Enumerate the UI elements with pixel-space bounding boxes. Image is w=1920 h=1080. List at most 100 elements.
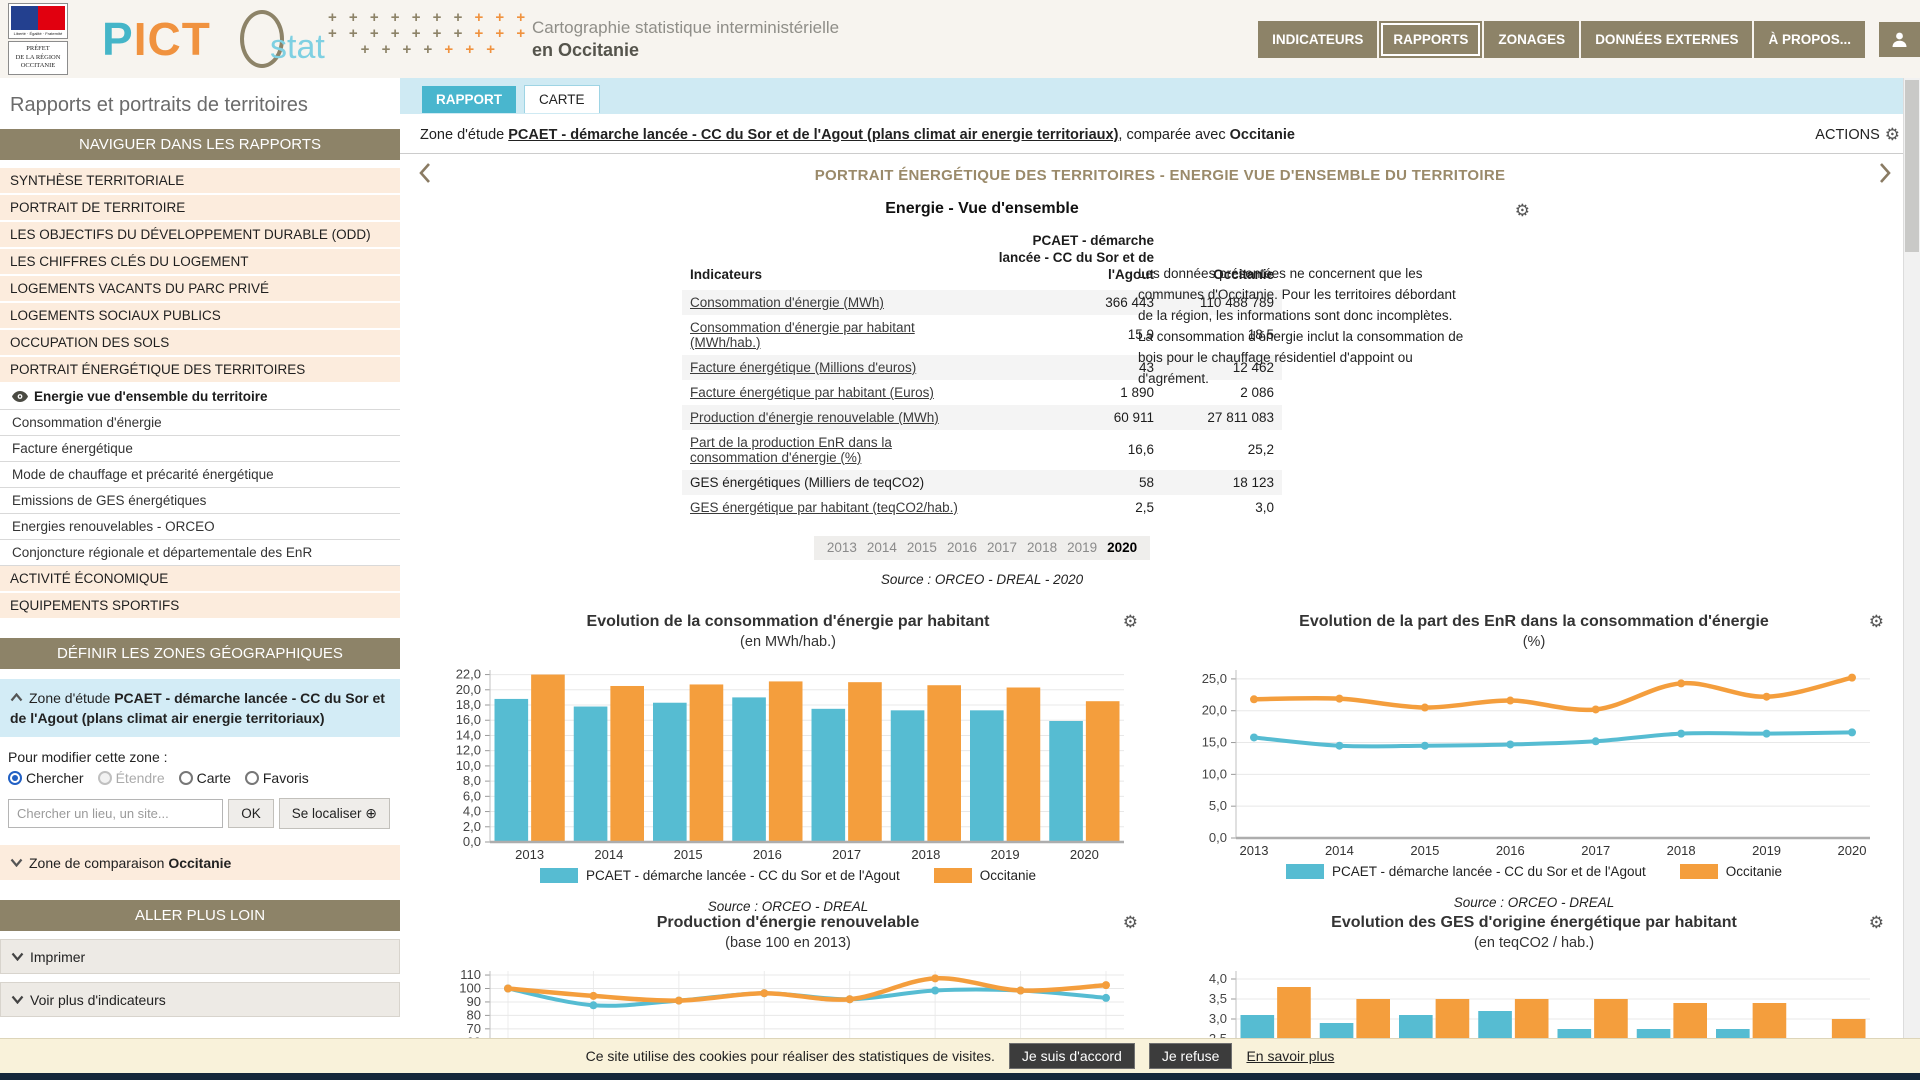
search-ok-button[interactable]: OK (228, 799, 274, 828)
point-2018-s0[interactable] (931, 986, 939, 994)
cookie-refuse-button[interactable]: Je refuse (1149, 1043, 1233, 1069)
next-page-arrow[interactable] (1879, 162, 1892, 188)
radio-carte[interactable]: Carte (179, 770, 231, 786)
point-2020-s0[interactable] (1848, 728, 1856, 736)
point-2018-s1[interactable] (931, 974, 939, 982)
point-2017-s1[interactable] (846, 995, 854, 1003)
search-input[interactable] (8, 799, 223, 828)
actions-button[interactable]: ACTIONS ⚙ (1815, 126, 1900, 143)
zone-etude-box[interactable]: Zone d'étude PCAET - démarche lancée - C… (0, 679, 400, 737)
point-2014-s0[interactable] (1335, 741, 1343, 749)
nav-item-propos[interactable]: À PROPOS... (1754, 21, 1865, 58)
indicator-link[interactable]: Facture énergétique par habitant (Euros) (690, 385, 934, 400)
cookie-accept-button[interactable]: Je suis d'accord (1009, 1043, 1135, 1069)
bar-2019-s0[interactable] (970, 710, 1004, 842)
indicator-link[interactable]: Consommation d'énergie (MWh) (690, 295, 884, 310)
sidebar-subreport-energie-vue-d-ensemble-du-territoire[interactable]: Energie vue d'ensemble du territoire (0, 384, 400, 410)
year-2014[interactable]: 2014 (867, 540, 897, 555)
bar-2016-s1[interactable] (769, 681, 803, 842)
sidebar-subreport-mode-de-chauffage-et-pr-carit-nerg-tique[interactable]: Mode de chauffage et précarité énergétiq… (0, 462, 400, 488)
sidebar-subreport-conjoncture-r-gionale-et-d-partementale-des-enr[interactable]: Conjoncture régionale et départementale … (0, 540, 400, 566)
year-2019[interactable]: 2019 (1067, 540, 1097, 555)
expander-imprimer[interactable]: Imprimer (0, 939, 400, 974)
sidebar-subreport-consommation-d-nergie[interactable]: Consommation d'énergie (0, 410, 400, 436)
bar-2014-s0[interactable] (574, 706, 608, 841)
year-2015[interactable]: 2015 (907, 540, 937, 555)
indicator-link[interactable]: Part de la production EnR dans la consom… (690, 435, 892, 465)
point-2018-s0[interactable] (1677, 729, 1685, 737)
indicator-link[interactable]: Production d'énergie renouvelable (MWh) (690, 410, 939, 425)
bar-2017-s0[interactable] (812, 708, 846, 841)
bar-2018-s0[interactable] (891, 710, 925, 842)
chart-settings-gear-icon[interactable]: ⚙ (1869, 613, 1884, 630)
sidebar-report-occupation-des-sols[interactable]: OCCUPATION DES SOLS (0, 330, 400, 355)
tab-rapport[interactable]: RAPPORT (422, 86, 516, 113)
point-2016-s0[interactable] (1506, 740, 1514, 748)
point-2014-s1[interactable] (589, 992, 597, 1000)
point-2019-s1[interactable] (1017, 986, 1025, 994)
year-2016[interactable]: 2016 (947, 540, 977, 555)
point-2015-s0[interactable] (1421, 741, 1429, 749)
nav-item-donn-es-externes[interactable]: DONNÉES EXTERNES (1581, 21, 1752, 58)
indicator-link[interactable]: Consommation d'énergie par habitant (MWh… (690, 320, 915, 350)
scrollbar-thumb[interactable] (1905, 80, 1919, 252)
nav-item-zonages[interactable]: ZONAGES (1484, 21, 1579, 58)
point-2013-s0[interactable] (1250, 733, 1258, 741)
pictostat-logo[interactable]: PICT stat + + + + + + + + + ++ + + + + +… (102, 4, 402, 74)
user-account-button[interactable] (1879, 22, 1920, 57)
point-2013-s1[interactable] (1250, 695, 1258, 703)
point-2019-s1[interactable] (1763, 692, 1771, 700)
point-2020-s1[interactable] (1102, 981, 1110, 989)
point-2020-s0[interactable] (1102, 994, 1110, 1002)
point-2015-s1[interactable] (675, 996, 683, 1004)
sidebar-report-portrait-nerg-tique-des-territoires[interactable]: PORTRAIT ÉNERGÉTIQUE DES TERRITOIRES (0, 357, 400, 382)
point-2020-s1[interactable] (1848, 673, 1856, 681)
localiser-button[interactable]: Se localiser ⊕ (279, 798, 390, 829)
nav-item-indicateurs[interactable]: INDICATEURS (1258, 21, 1377, 58)
cookie-more-link[interactable]: En savoir plus (1246, 1048, 1334, 1064)
year-2017[interactable]: 2017 (987, 540, 1017, 555)
bar-2018-s1[interactable] (927, 685, 961, 842)
chart-settings-gear-icon[interactable]: ⚙ (1123, 914, 1138, 931)
table-settings-gear-icon[interactable]: ⚙ (1515, 202, 1530, 219)
sidebar-report-logements-vacants-du-parc-priv[interactable]: LOGEMENTS VACANTS DU PARC PRIVÉ (0, 276, 400, 301)
radio-favoris[interactable]: Favoris (245, 770, 309, 786)
point-2014-s0[interactable] (589, 1001, 597, 1009)
bar-2013-s0[interactable] (495, 699, 529, 842)
bar-2014-s1[interactable] (610, 686, 644, 842)
indicator-link[interactable]: GES énergétique par habitant (teqCO2/hab… (690, 500, 958, 515)
sidebar-report-equipements-sportifs[interactable]: EQUIPEMENTS SPORTIFS (0, 593, 400, 618)
bar-2016-s0[interactable] (732, 697, 766, 842)
year-2020[interactable]: 2020 (1107, 540, 1137, 555)
sidebar-subreport-emissions-de-ges-nerg-tiques[interactable]: Emissions de GES énergétiques (0, 488, 400, 514)
sidebar-report-synth-se-territoriale[interactable]: SYNTHÈSE TERRITORIALE (0, 168, 400, 193)
tab-carte[interactable]: CARTE (524, 85, 600, 113)
point-2017-s1[interactable] (1592, 705, 1600, 713)
radio-chercher[interactable]: Chercher (8, 770, 84, 786)
point-2018-s1[interactable] (1677, 679, 1685, 687)
sidebar-subreport-facture-nerg-tique[interactable]: Facture énergétique (0, 436, 400, 462)
sidebar-subreport-energies-renouvelables-orceo[interactable]: Energies renouvelables - ORCEO (0, 514, 400, 540)
point-2017-s0[interactable] (1592, 737, 1600, 745)
indicator-link[interactable]: Facture énergétique (Millions d'euros) (690, 360, 916, 375)
zone-etude-link[interactable]: PCAET - démarche lancée - CC du Sor et d… (508, 127, 1118, 143)
year-2013[interactable]: 2013 (827, 540, 857, 555)
chart-settings-gear-icon[interactable]: ⚙ (1123, 613, 1138, 630)
point-2015-s1[interactable] (1421, 703, 1429, 711)
point-2014-s1[interactable] (1335, 694, 1343, 702)
bar-2015-s0[interactable] (653, 702, 687, 841)
sidebar-report-portrait-de-territoire[interactable]: PORTRAIT DE TERRITOIRE (0, 195, 400, 220)
bar-2020-s0[interactable] (1049, 721, 1083, 842)
nav-item-rapports[interactable]: RAPPORTS (1379, 21, 1482, 58)
chart-settings-gear-icon[interactable]: ⚙ (1869, 914, 1884, 931)
bar-2020-s1[interactable] (1086, 701, 1120, 842)
sidebar-report-logements-sociaux-publics[interactable]: LOGEMENTS SOCIAUX PUBLICS (0, 303, 400, 328)
sidebar-report-les-objectifs-du-d-veloppement-durable-odd[interactable]: LES OBJECTIFS DU DÉVELOPPEMENT DURABLE (… (0, 222, 400, 247)
point-2019-s0[interactable] (1763, 729, 1771, 737)
bar-2019-s1[interactable] (1007, 687, 1041, 841)
previous-page-arrow[interactable] (418, 162, 431, 188)
year-2018[interactable]: 2018 (1027, 540, 1057, 555)
bar-2017-s1[interactable] (848, 682, 882, 842)
expander-voir-plus-indicateurs[interactable]: Voir plus d'indicateurs (0, 982, 400, 1017)
point-2016-s1[interactable] (760, 989, 768, 997)
